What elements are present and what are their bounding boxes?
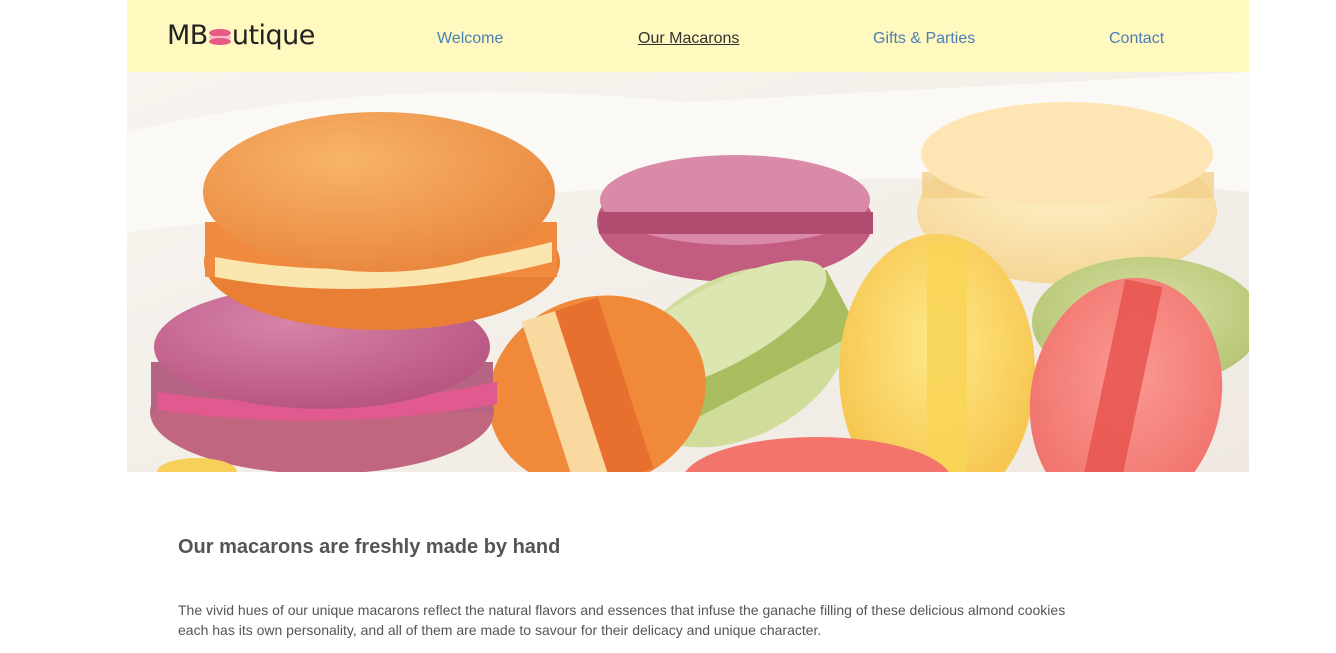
site-logo[interactable]: MB utique bbox=[167, 18, 315, 52]
paragraph-line-2: each has its own personality, and all of… bbox=[178, 622, 822, 638]
logo-text-suffix: utique bbox=[231, 19, 316, 51]
site-header: MB utique Welcome Our Macarons Gifts & P… bbox=[127, 0, 1249, 72]
macaron-icon bbox=[208, 29, 231, 45]
section-heading: Our macarons are freshly made by hand bbox=[178, 536, 561, 558]
page: MB utique Welcome Our Macarons Gifts & P… bbox=[127, 0, 1249, 653]
macarons-photo bbox=[127, 72, 1249, 472]
nav-link-gifts-parties[interactable]: Gifts & Parties bbox=[873, 30, 975, 48]
nav-link-contact[interactable]: Contact bbox=[1109, 30, 1164, 48]
hero-image bbox=[127, 72, 1249, 472]
logo-text-prefix: MB bbox=[167, 19, 208, 51]
nav-link-our-macarons[interactable]: Our Macarons bbox=[638, 30, 739, 48]
paragraph-line-1: The vivid hues of our unique macarons re… bbox=[178, 602, 1066, 618]
intro-paragraph: The vivid hues of our unique macarons re… bbox=[178, 600, 1138, 640]
nav-link-welcome[interactable]: Welcome bbox=[437, 30, 503, 48]
